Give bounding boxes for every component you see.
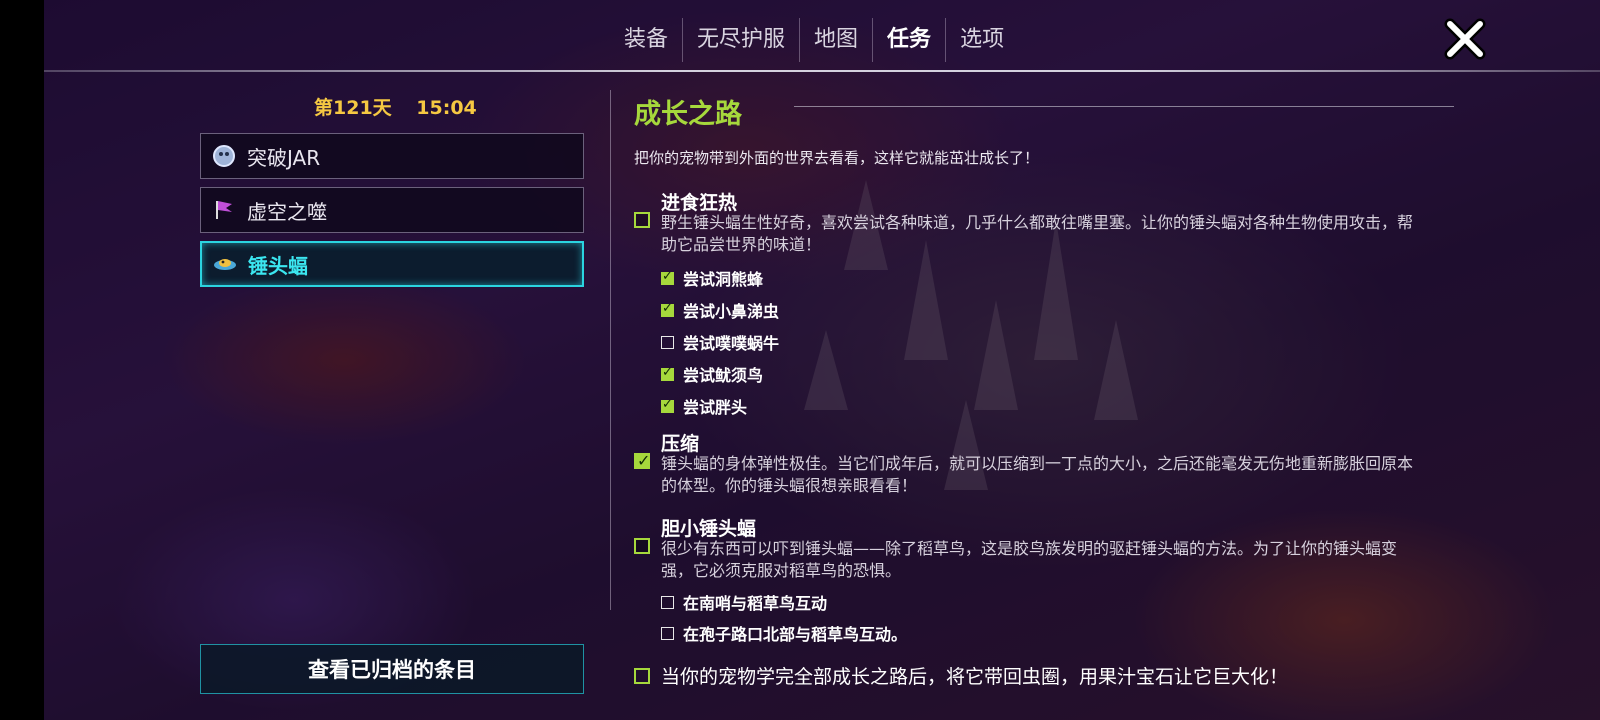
objective-checkbox-checked <box>634 451 650 470</box>
quest-list-item-void[interactable]: 虚空之噬 <box>200 187 584 233</box>
objective-description: 很少有东西可以吓到锤头蝠——除了稻草鸟，这是胶鸟族发明的驱赶锤头蝠的方法。为了让… <box>661 539 1398 580</box>
title-underline <box>794 106 1454 107</box>
objective-checkbox <box>634 667 650 684</box>
sub-checkbox-unchecked <box>661 595 674 609</box>
game-background: 装备 无尽护服 地图 任务 选项 第121天 15:04 突破JAR 虚空之噬 <box>44 0 1600 720</box>
tab-equipment[interactable]: 装备 <box>610 18 684 62</box>
sub-objective: 在南哨与稻草鸟互动 <box>661 590 827 614</box>
day-time-display: 第121天 15:04 <box>314 93 495 120</box>
sub-objective: 尝试噗噗蜗牛 <box>661 330 779 354</box>
sub-objective-label: 在南哨与稻草鸟互动 <box>683 594 828 613</box>
sub-checkbox-checked <box>661 397 674 413</box>
tab-endless-suit[interactable]: 无尽护服 <box>683 18 801 62</box>
objective-title: 进食狂热 <box>661 192 738 214</box>
top-tab-bar: 装备 无尽护服 地图 任务 选项 <box>610 18 1018 62</box>
tab-options[interactable]: 选项 <box>946 18 1018 62</box>
quest-list-item-hammerbat[interactable]: 锤头蝠 <box>200 241 584 287</box>
view-archived-button[interactable]: 查看已归档的条目 <box>200 644 584 694</box>
objective-checkbox <box>634 212 650 228</box>
tab-map[interactable]: 地图 <box>800 18 874 62</box>
sub-objective: 尝试洞熊蜂 <box>661 266 763 290</box>
sub-objective-label: 尝试洞熊蜂 <box>683 270 764 289</box>
objective-description: 野生锤头蝠生性好奇，喜欢尝试各种味道，几乎什么都敢往嘴里塞。让你的锤头蝠对各种生… <box>661 213 1414 254</box>
objective-checkbox <box>634 538 650 554</box>
final-objective: 当你的宠物学完全部成长之路后，将它带回虫圈，用果汁宝石让它巨大化！ <box>634 662 1288 689</box>
final-objective-label: 当你的宠物学完全部成长之路后，将它带回虫圈，用果汁宝石让它巨大化！ <box>661 666 1289 688</box>
sub-objective: 尝试小鼻涕虫 <box>661 298 779 322</box>
sub-checkbox-checked <box>661 365 674 381</box>
sub-objective: 尝试胖头 <box>661 394 747 418</box>
sub-objective-label: 尝试鱿须鸟 <box>683 366 764 385</box>
sub-checkbox-checked <box>661 269 674 285</box>
quest-description: 把你的宠物带到外面的世界去看看，这样它就能茁壮成长了！ <box>634 149 1040 167</box>
quest-list-label: 突破JAR <box>247 145 321 170</box>
sub-objective-label: 尝试噗噗蜗牛 <box>683 334 780 353</box>
sub-objective-label: 在孢子路口北部与稻草鸟互动。 <box>683 625 908 644</box>
day-counter: 第121天 <box>314 97 392 119</box>
top-divider-line <box>44 70 1600 72</box>
sub-checkbox-unchecked <box>661 335 674 349</box>
sub-objective: 尝试鱿须鸟 <box>661 362 763 386</box>
quest-list-label: 虚空之噬 <box>247 199 327 224</box>
close-x-icon <box>1444 18 1486 60</box>
sub-objective: 在孢子路口北部与稻草鸟互动。 <box>661 621 907 645</box>
quest-list-item-jar[interactable]: 突破JAR <box>200 133 584 179</box>
quest-title: 成长之路 <box>634 99 742 130</box>
jar-icon <box>213 145 235 167</box>
sub-objective-label: 尝试小鼻涕虫 <box>683 302 780 321</box>
hammerbat-icon <box>214 259 236 270</box>
void-flag-icon <box>216 201 232 219</box>
tab-quests[interactable]: 任务 <box>873 18 947 62</box>
quest-list-label: 锤头蝠 <box>248 253 308 278</box>
sub-checkbox-unchecked <box>661 626 674 640</box>
sub-objective-label: 尝试胖头 <box>683 398 748 417</box>
objective-title: 胆小锤头蝠 <box>661 518 757 540</box>
objective-description: 锤头蝠的身体弹性极佳。当它们成年后，就可以压缩到一丁点的大小，之后还能毫发无伤地… <box>661 454 1414 495</box>
close-button[interactable] <box>1444 18 1486 60</box>
objective-title: 压缩 <box>661 433 700 455</box>
sub-checkbox-checked <box>661 301 674 317</box>
clock-time: 15:04 <box>416 97 477 119</box>
panel-divider <box>610 90 611 610</box>
